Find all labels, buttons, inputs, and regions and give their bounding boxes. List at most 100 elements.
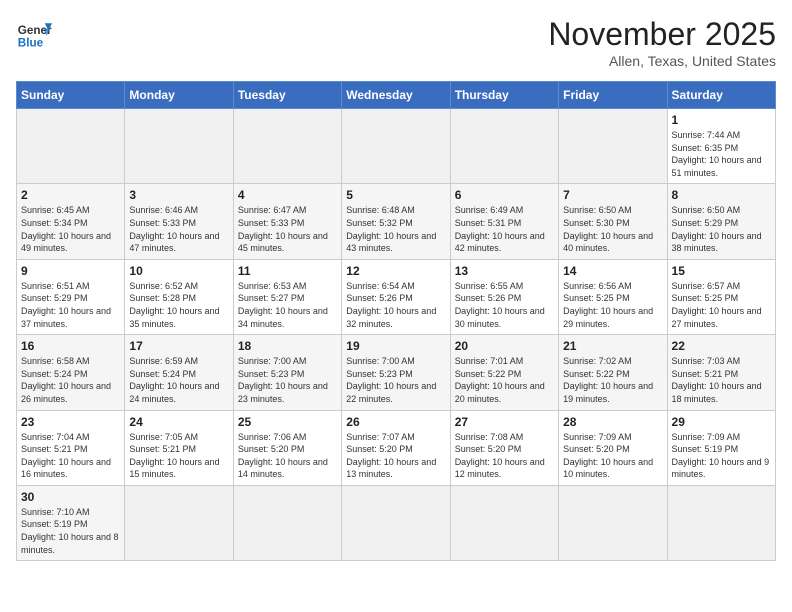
calendar-cell: 3 Sunrise: 6:46 AMSunset: 5:33 PMDaylight… [125,184,233,259]
day-number: 10 [129,264,228,278]
day-info: Sunrise: 7:44 AMSunset: 6:35 PMDaylight:… [672,129,771,179]
day-info: Sunrise: 7:01 AMSunset: 5:22 PMDaylight:… [455,355,554,405]
day-number: 12 [346,264,445,278]
day-info: Sunrise: 6:58 AMSunset: 5:24 PMDaylight:… [21,355,120,405]
day-info: Sunrise: 6:55 AMSunset: 5:26 PMDaylight:… [455,280,554,330]
day-info: Sunrise: 6:51 AMSunset: 5:29 PMDaylight:… [21,280,120,330]
calendar-cell [450,109,558,184]
day-info: Sunrise: 7:04 AMSunset: 5:21 PMDaylight:… [21,431,120,481]
calendar-cell: 14 Sunrise: 6:56 AMSunset: 5:25 PMDayligh… [559,259,667,334]
day-number: 24 [129,415,228,429]
svg-text:Blue: Blue [18,37,44,50]
day-info: Sunrise: 7:07 AMSunset: 5:20 PMDaylight:… [346,431,445,481]
day-number: 16 [21,339,120,353]
day-number: 11 [238,264,337,278]
calendar-cell: 6 Sunrise: 6:49 AMSunset: 5:31 PMDaylight… [450,184,558,259]
calendar-week-row: 1 Sunrise: 7:44 AMSunset: 6:35 PMDaylight… [17,109,776,184]
calendar-cell: 16 Sunrise: 6:58 AMSunset: 5:24 PMDayligh… [17,335,125,410]
day-number: 25 [238,415,337,429]
day-number: 9 [21,264,120,278]
calendar-cell: 5Sunrise: 6:48 AMSunset: 5:32 PMDaylight… [342,184,450,259]
calendar-cell [450,485,558,560]
day-info: Sunrise: 6:50 AMSunset: 5:30 PMDaylight:… [563,204,662,254]
calendar-week-row: 2Sunrise: 6:45 AMSunset: 5:34 PMDaylight… [17,184,776,259]
day-info: Sunrise: 7:08 AMSunset: 5:20 PMDaylight:… [455,431,554,481]
calendar-cell: 18Sunrise: 7:00 AMSunset: 5:23 PMDayligh… [233,335,341,410]
day-info: Sunrise: 7:05 AMSunset: 5:21 PMDaylight:… [129,431,228,481]
day-number: 6 [455,188,554,202]
calendar-cell: 28Sunrise: 7:09 AMSunset: 5:20 PMDayligh… [559,410,667,485]
day-info: Sunrise: 6:46 AMSunset: 5:33 PMDaylight:… [129,204,228,254]
calendar-cell: 27 Sunrise: 7:08 AMSunset: 5:20 PMDayligh… [450,410,558,485]
logo: General Blue [16,16,52,52]
calendar-cell: 30 Sunrise: 7:10 AMSunset: 5:19 PMDayligh… [17,485,125,560]
calendar-cell: 15Sunrise: 6:57 AMSunset: 5:25 PMDayligh… [667,259,775,334]
day-number: 27 [455,415,554,429]
calendar-cell [559,485,667,560]
header: General Blue November 2025 Allen, Texas,… [16,16,776,69]
day-number: 13 [455,264,554,278]
calendar-week-row: 30 Sunrise: 7:10 AMSunset: 5:19 PMDayligh… [17,485,776,560]
day-number: 8 [672,188,771,202]
weekday-header-monday: Monday [125,82,233,109]
calendar-cell [233,485,341,560]
calendar-cell: 11Sunrise: 6:53 AMSunset: 5:27 PMDayligh… [233,259,341,334]
calendar-cell: 21 Sunrise: 7:02 AMSunset: 5:22 PMDayligh… [559,335,667,410]
day-number: 7 [563,188,662,202]
calendar-cell: 13 Sunrise: 6:55 AMSunset: 5:26 PMDayligh… [450,259,558,334]
weekday-header-wednesday: Wednesday [342,82,450,109]
day-info: Sunrise: 6:47 AMSunset: 5:33 PMDaylight:… [238,204,337,254]
calendar-cell: 19Sunrise: 7:00 AMSunset: 5:23 PMDayligh… [342,335,450,410]
month-title: November 2025 [548,16,776,53]
weekday-header-saturday: Saturday [667,82,775,109]
day-number: 19 [346,339,445,353]
weekday-header-friday: Friday [559,82,667,109]
calendar-cell: 26Sunrise: 7:07 AMSunset: 5:20 PMDayligh… [342,410,450,485]
location-title: Allen, Texas, United States [548,53,776,69]
day-info: Sunrise: 6:59 AMSunset: 5:24 PMDaylight:… [129,355,228,405]
day-number: 23 [21,415,120,429]
calendar-table: SundayMondayTuesdayWednesdayThursdayFrid… [16,81,776,561]
day-number: 3 [129,188,228,202]
calendar-cell [125,109,233,184]
calendar-cell [233,109,341,184]
calendar-cell: 12Sunrise: 6:54 AMSunset: 5:26 PMDayligh… [342,259,450,334]
calendar-cell: 10Sunrise: 6:52 AMSunset: 5:28 PMDayligh… [125,259,233,334]
calendar-cell: 22 Sunrise: 7:03 AMSunset: 5:21 PMDayligh… [667,335,775,410]
calendar-cell: 24 Sunrise: 7:05 AMSunset: 5:21 PMDayligh… [125,410,233,485]
day-number: 21 [563,339,662,353]
day-info: Sunrise: 7:09 AMSunset: 5:20 PMDaylight:… [563,431,662,481]
day-info: Sunrise: 7:03 AMSunset: 5:21 PMDaylight:… [672,355,771,405]
day-info: Sunrise: 6:49 AMSunset: 5:31 PMDaylight:… [455,204,554,254]
day-number: 30 [21,490,120,504]
calendar-week-row: 16 Sunrise: 6:58 AMSunset: 5:24 PMDayligh… [17,335,776,410]
day-number: 18 [238,339,337,353]
day-number: 22 [672,339,771,353]
day-info: Sunrise: 6:56 AMSunset: 5:25 PMDaylight:… [563,280,662,330]
day-number: 1 [672,113,771,127]
calendar-cell [342,109,450,184]
calendar-cell: 20Sunrise: 7:01 AMSunset: 5:22 PMDayligh… [450,335,558,410]
logo-icon: General Blue [16,16,52,52]
day-info: Sunrise: 7:06 AMSunset: 5:20 PMDaylight:… [238,431,337,481]
day-info: Sunrise: 7:02 AMSunset: 5:22 PMDaylight:… [563,355,662,405]
calendar-cell: 2Sunrise: 6:45 AMSunset: 5:34 PMDaylight… [17,184,125,259]
title-area: November 2025 Allen, Texas, United State… [548,16,776,69]
calendar-cell [125,485,233,560]
day-number: 2 [21,188,120,202]
day-number: 4 [238,188,337,202]
day-info: Sunrise: 7:09 AMSunset: 5:19 PMDaylight:… [672,431,771,481]
calendar-cell: 25 Sunrise: 7:06 AMSunset: 5:20 PMDayligh… [233,410,341,485]
day-number: 5 [346,188,445,202]
calendar-cell: 7 Sunrise: 6:50 AMSunset: 5:30 PMDaylight… [559,184,667,259]
calendar-cell: 1 Sunrise: 7:44 AMSunset: 6:35 PMDaylight… [667,109,775,184]
day-number: 14 [563,264,662,278]
calendar-week-row: 9 Sunrise: 6:51 AMSunset: 5:29 PMDaylight… [17,259,776,334]
calendar-cell: 9 Sunrise: 6:51 AMSunset: 5:29 PMDaylight… [17,259,125,334]
calendar-cell [667,485,775,560]
calendar-cell: 23 Sunrise: 7:04 AMSunset: 5:21 PMDayligh… [17,410,125,485]
day-info: Sunrise: 7:10 AMSunset: 5:19 PMDaylight:… [21,506,120,556]
calendar-cell: 17Sunrise: 6:59 AMSunset: 5:24 PMDayligh… [125,335,233,410]
calendar-cell [559,109,667,184]
day-number: 15 [672,264,771,278]
